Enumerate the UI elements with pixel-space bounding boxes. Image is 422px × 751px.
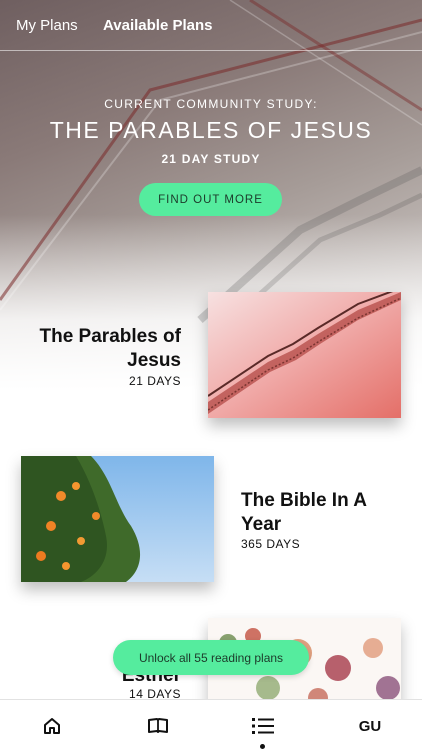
tab-my-plans[interactable]: My Plans bbox=[16, 17, 78, 34]
plan-title-parables[interactable]: The Parables of Jesus bbox=[20, 325, 182, 373]
plan-image-parables[interactable] bbox=[208, 292, 401, 418]
plan-title-bible-in-a-year[interactable]: The Bible In A Year bbox=[241, 489, 401, 537]
bottom-tab-bar: GU bbox=[0, 699, 422, 751]
plan-days-bible-in-a-year: 365 DAYS bbox=[241, 537, 301, 551]
community-study-label: CURRENT COMMUNITY STUDY: bbox=[104, 97, 318, 111]
tab-available-plans[interactable]: Available Plans bbox=[103, 17, 213, 34]
active-tab-indicator bbox=[260, 744, 265, 749]
unlock-all-plans-button[interactable]: Unlock all 55 reading plans bbox=[113, 640, 309, 675]
home-icon bbox=[44, 718, 60, 734]
top-nav: My Plans Available Plans bbox=[0, 0, 422, 51]
community-study-title: THE PARABLES OF JESUS bbox=[49, 117, 373, 143]
community-study-subtitle: 21 DAY STUDY bbox=[161, 152, 261, 166]
list-icon bbox=[252, 718, 274, 734]
profile-tab[interactable]: GU bbox=[350, 714, 390, 738]
bible-tab[interactable] bbox=[146, 714, 170, 738]
plan-image-bible-in-a-year[interactable] bbox=[21, 456, 214, 582]
find-out-more-button[interactable]: FIND OUT MORE bbox=[139, 183, 282, 216]
plans-tab[interactable] bbox=[251, 714, 275, 738]
plan-days-parables: 21 DAYS bbox=[129, 374, 181, 388]
home-tab[interactable] bbox=[40, 714, 64, 738]
book-icon bbox=[148, 718, 168, 733]
